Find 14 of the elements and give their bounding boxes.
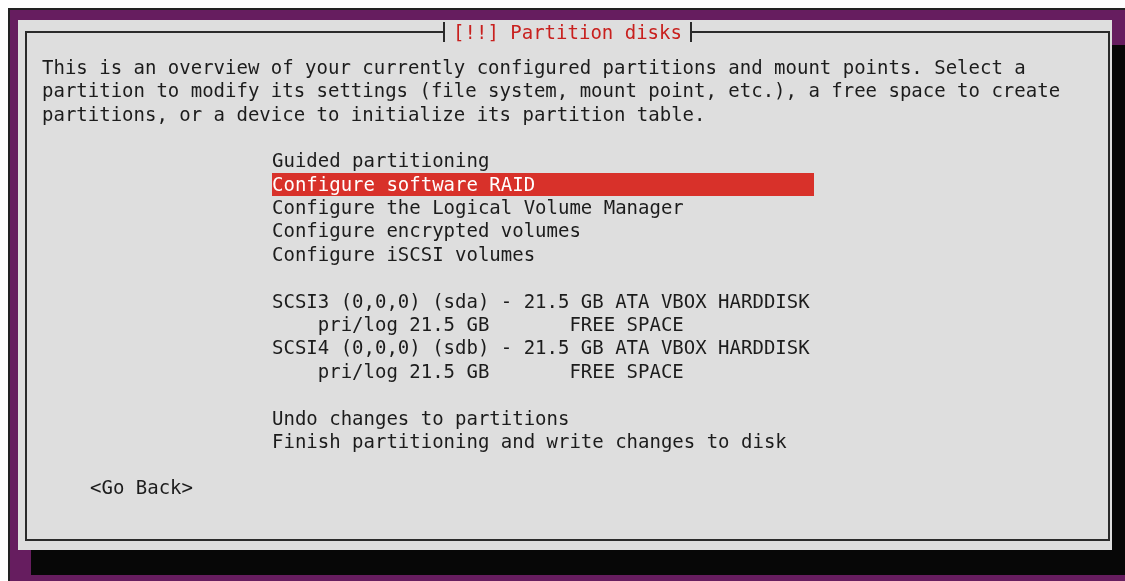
menu-item[interactable]: Undo changes to partitions <box>272 406 814 431</box>
description-text: This is an overview of your currently configured partitions and mount points. Select a partition to modify its settings (file system, mount point, etc.), a free space to create partitions, or a device to initialize its partition table. <box>42 56 1062 127</box>
menu-item[interactable]: Configure iSCSI volumes <box>272 242 814 267</box>
dialog-title: [!!] Partition disks <box>443 22 692 42</box>
disk-entry[interactable]: SCSI3 (0,0,0) (sda) - 21.5 GB ATA VBOX HARDDISK <box>272 289 814 314</box>
partition-entry[interactable]: pri/log 21.5 GB FREE SPACE <box>272 313 814 337</box>
menu-item[interactable]: Configure software RAID <box>272 172 814 197</box>
disk-entry[interactable]: SCSI4 (0,0,0) (sdb) - 21.5 GB ATA VBOX HARDDISK <box>272 336 814 360</box>
menu-item[interactable]: Configure the Logical Volume Manager <box>272 196 814 220</box>
menu-item[interactable]: Guided partitioning <box>272 149 814 173</box>
go-back-button[interactable]: <Go Back> <box>90 476 193 500</box>
partition-entry[interactable]: pri/log 21.5 GB FREE SPACE <box>272 359 814 384</box>
menu-item[interactable]: Finish partitioning and write changes to disk <box>272 430 814 454</box>
menu-item[interactable]: Configure encrypted volumes <box>272 219 814 243</box>
